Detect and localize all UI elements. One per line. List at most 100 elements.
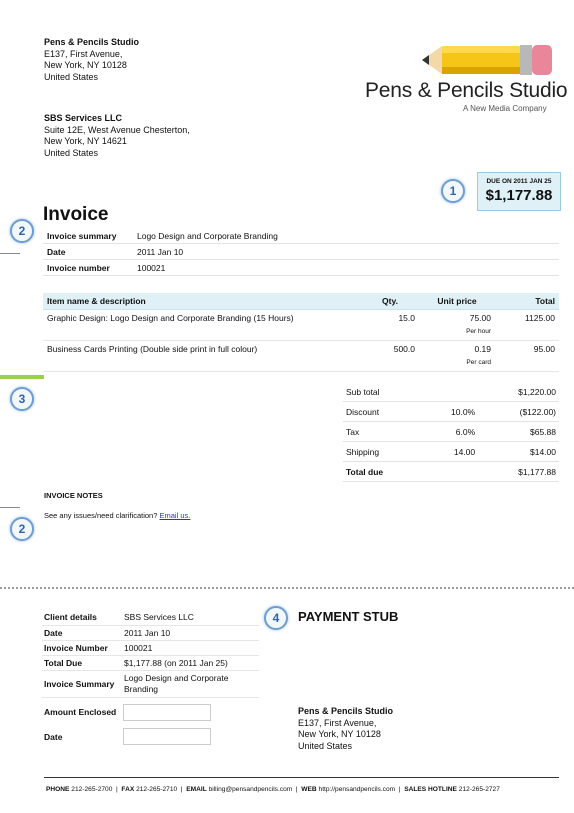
footer-email: billing@pensandpencils.com [208,786,293,793]
date-value: 2011 Jan 10 [133,243,559,260]
totals-row: Total due $1,177.88 [343,461,559,482]
item-unit: 75.00 Per hour [419,309,495,341]
stub-row: Client details SBS Services LLC [42,610,259,626]
date-label: Date [43,243,133,260]
totals-amount: $1,177.88 [478,461,559,482]
totals-rate [422,382,479,402]
item-unit-value: 75.00 [469,313,491,323]
summary-label: Invoice summary [43,228,133,244]
item-desc: Business Cards Printing (Double side pri… [43,340,361,372]
footer-hotline: 212-265-2727 [458,786,500,793]
totals-rate: 6.0% [422,421,479,442]
marker-line [0,507,20,508]
item-unit-note: Per card [466,359,491,366]
stub-row: Invoice Number 100021 [42,640,259,656]
stub-value: SBS Services LLC [122,610,259,626]
stub-details-table: Client details SBS Services LLC Date 201… [42,610,259,698]
footer-hotline-label: SALES HOTLINE [404,786,457,793]
item-desc: Graphic Design: Logo Design and Corporat… [43,309,361,341]
items-table: Item name & description Qty. Unit price … [43,293,559,372]
footer: PHONE 212-265-2700 | FAX 212-265-2710 | … [46,786,500,793]
stub-title: PAYMENT STUB [298,609,399,624]
amount-enclosed-field[interactable] [123,704,211,721]
invoice-title: Invoice [43,204,109,225]
logo-title: Pens & Pencils Studio [365,79,568,102]
invoice-summary-table: Invoice summary Logo Design and Corporat… [43,228,559,276]
recipient-line2: New York, NY 14621 [44,136,127,146]
marker-1: 1 [441,179,465,203]
number-label: Invoice number [43,259,133,276]
stub-sender-line2: New York, NY 10128 [298,729,381,739]
stub-sender-address: Pens & Pencils Studio E137, First Avenue… [298,706,393,752]
item-unit-note: Per hour [466,328,491,335]
marker-4: 4 [264,606,288,630]
stub-sender-name: Pens & Pencils Studio [298,706,394,716]
totals-label: Shipping [343,441,423,462]
table-row: Graphic Design: Logo Design and Corporat… [43,309,559,341]
stub-row: Invoice Summary Logo Design and Corporat… [42,670,259,698]
totals-label: Total due [343,461,423,482]
stub-value: Logo Design and Corporate Branding [122,670,259,698]
stub-date-field[interactable] [123,728,211,745]
item-unit: 0.19 Per card [419,340,495,372]
due-amount: $1,177.88 [485,187,553,204]
notes-text: See any issues/need clarification? [44,511,158,520]
footer-phone-label: PHONE [46,786,70,793]
number-row: Invoice number 100021 [43,259,559,276]
footer-phone: 212-265-2700 [71,786,113,793]
due-box: DUE ON 2011 JAN 25 $1,177.88 [477,172,561,211]
marker-3: 3 [10,387,34,411]
stub-label: Invoice Summary [42,670,122,698]
totals-label: Tax [343,421,423,442]
sender-line3: United States [44,71,99,82]
stub-label: Invoice Number [42,640,122,656]
stub-row: Total Due $1,177.88 (on 2011 Jan 25) [42,655,259,671]
logo-subtitle: A New Media Company [463,104,547,113]
totals-amount: $14.00 [478,441,559,462]
recipient-address: SBS Services LLC Suite 12E, West Avenue … [44,113,190,159]
item-total: 95.00 [495,340,559,372]
stub-value: 2011 Jan 10 [122,625,259,641]
totals-row: Sub total $1,220.00 [343,382,559,402]
item-unit-value: 0.19 [474,344,491,354]
notes-body: See any issues/need clarification? Email… [44,511,190,520]
footer-web-label: WEB [301,786,317,793]
header-desc: Item name & description [43,293,361,310]
marker-line [0,253,20,254]
notes-heading: INVOICE NOTES [44,491,103,500]
marker-2: 2 [10,219,34,243]
table-row: Business Cards Printing (Double side pri… [43,340,559,372]
item-total: 1125.00 [495,309,559,341]
footer-email-label: EMAIL [186,786,207,793]
email-link[interactable]: Email us. [160,511,191,520]
totals-label: Sub total [343,382,423,402]
stub-sender-line1: E137, First Avenue, [298,717,377,728]
stub-row: Date 2011 Jan 10 [42,625,259,641]
sender-name: Pens & Pencils Studio [44,37,140,47]
header-unit: Unit price [419,293,495,310]
items-header: Item name & description Qty. Unit price … [43,293,559,310]
stub-label: Total Due [42,655,122,671]
totals-amount: $1,220.00 [478,382,559,402]
totals-row: Tax 6.0% $65.88 [343,421,559,442]
header-qty: Qty. [361,293,419,310]
totals-row: Shipping 14.00 $14.00 [343,441,559,462]
number-value: 100021 [133,259,559,276]
totals-row: Discount 10.0% ($122.00) [343,401,559,422]
sender-line1: E137, First Avenue, [44,48,123,59]
date-row: Date 2011 Jan 10 [43,243,559,260]
marker-2b: 2 [10,517,34,541]
sender-line2: New York, NY 10128 [44,60,127,70]
amount-enclosed-label: Amount Enclosed [44,707,117,717]
item-qty: 500.0 [361,340,419,372]
header-total: Total [495,293,559,310]
totals-amount: $65.88 [478,421,559,442]
totals-rate [422,461,479,482]
cut-line [0,587,574,589]
totals-table: Sub total $1,220.00 Discount 10.0% ($122… [343,382,559,482]
totals-rate: 14.00 [422,441,479,462]
recipient-line3: United States [44,147,99,158]
due-label: DUE ON 2011 JAN 25 [486,178,552,185]
stub-label: Client details [42,610,122,626]
pencil-icon [420,40,556,82]
